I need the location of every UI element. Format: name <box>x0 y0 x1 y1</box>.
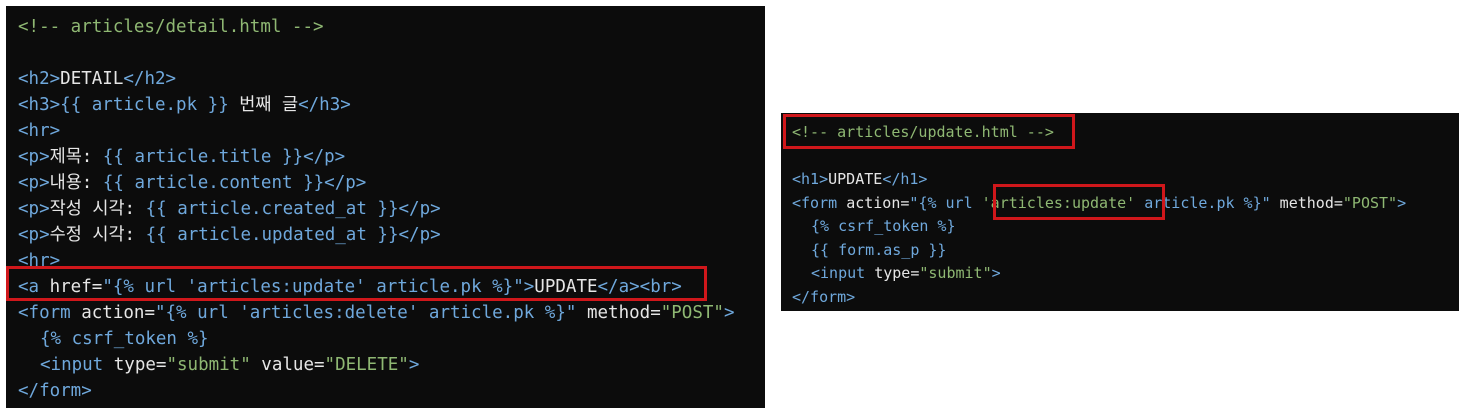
tag-a-open: <a <box>18 277 50 297</box>
code-line-csrf: {% csrf_token %} <box>792 215 1459 239</box>
tag-input-gt: > <box>408 355 420 375</box>
content-template: {{ article.content }} <box>102 173 325 193</box>
tag-form-close: </form> <box>18 381 92 401</box>
attr-href: href <box>49 277 92 297</box>
code-line-h1: <h1>UPDATE</h1> <box>792 168 1459 192</box>
tag-h1-open: <h1> <box>792 170 829 188</box>
code-line-created: <p>작성 시각: {{ article.created_at }}</p> <box>18 196 765 222</box>
code-line-comment: <!-- articles/update.html --> <box>792 121 1459 145</box>
tag-p-close: </p> <box>398 199 441 219</box>
comment-text: <!-- articles/detail.html --> <box>18 17 324 37</box>
attr-method: method <box>576 303 651 323</box>
method-value: "POST" <box>660 303 724 323</box>
code-line-h2: <h2>DETAIL</h2> <box>18 66 765 92</box>
title-label: 제목: <box>49 147 103 167</box>
code-line-form-close: </form> <box>792 286 1459 310</box>
tag-hr: <hr> <box>18 121 61 141</box>
tag-h1-close: </h1> <box>882 170 928 188</box>
tag-h3-open: <h3> <box>18 95 61 115</box>
equals: = <box>155 355 167 375</box>
type-value: "submit" <box>919 264 992 282</box>
tag-input-gt: > <box>991 264 1001 282</box>
action-template-start: {% url <box>918 193 982 212</box>
code-line-content: <p>내용: {{ article.content }}</p> <box>18 170 765 196</box>
attr-action: action <box>81 303 145 323</box>
type-value: "submit" <box>166 355 251 375</box>
code-line-title: <p>제목: {{ article.title }}</p> <box>18 144 765 170</box>
equals: = <box>313 355 325 375</box>
anchor-text: UPDATE <box>534 277 598 297</box>
updated-template: {{ article.updated_at }} <box>145 225 399 245</box>
tag-p-open: <p> <box>18 173 50 193</box>
code-line-updated: <p>수정 시각: {{ article.updated_at }}</p> <box>18 222 765 248</box>
tag-p-open: <p> <box>18 225 50 245</box>
h3-text: 번째 글 <box>228 95 299 115</box>
equals: = <box>650 303 661 323</box>
tag-p-open: <p> <box>18 199 50 219</box>
attr-method: method <box>1270 193 1334 212</box>
code-line-anchor: <a href="{% url 'articles:update' articl… <box>18 274 765 300</box>
tag-p-close: </p> <box>303 147 346 167</box>
tag-hr: <hr> <box>18 251 61 271</box>
h3-template: {{ article.pk }} <box>60 95 229 115</box>
attr-value: value <box>250 355 314 375</box>
value-value: "DELETE" <box>324 355 409 375</box>
tag-p-close: </p> <box>398 225 441 245</box>
content-label: 내용: <box>49 173 103 193</box>
code-line-form-open: <form action="{% url 'articles:delete' a… <box>18 300 765 326</box>
attr-type: type <box>874 264 911 282</box>
attr-type: type <box>113 355 156 375</box>
equals: = <box>91 277 103 297</box>
code-line-csrf: {% csrf_token %} <box>18 326 765 352</box>
equals: = <box>1333 193 1343 212</box>
href-value: "{% url 'articles:update' article.pk %}" <box>102 277 524 297</box>
tag-form-gt: > <box>1397 193 1407 212</box>
code-line-comment: <!-- articles/detail.html --> <box>18 14 765 40</box>
h1-text: UPDATE <box>828 170 883 188</box>
tag-p-open: <p> <box>18 147 50 167</box>
comment-text: <!-- articles/update.html --> <box>792 123 1054 141</box>
tag-input-open: <input <box>40 355 114 375</box>
action-template-end: article.pk %} <box>1135 193 1262 212</box>
action-value: "{% url 'articles:delete' article.pk %}" <box>154 303 577 323</box>
updated-label: 수정 시각: <box>49 225 146 245</box>
equals: = <box>144 303 155 323</box>
created-template: {{ article.created_at }} <box>145 199 399 219</box>
tag-p-close: </p> <box>324 173 367 193</box>
created-label: 작성 시각: <box>49 199 146 219</box>
title-template: {{ article.title }} <box>102 147 304 167</box>
method-value: "POST" <box>1342 193 1398 212</box>
csrf-template: {% csrf_token %} <box>811 217 956 235</box>
code-line-input: <input type="submit" value="DELETE"> <box>18 352 765 378</box>
tag-h3-close: </h3> <box>298 95 351 115</box>
code-line-input: <input type="submit"> <box>792 262 1459 286</box>
code-line-hr: <hr> <box>18 248 765 274</box>
tag-input-open: <input <box>811 264 875 282</box>
code-line-form-close: </form> <box>18 378 765 404</box>
h2-text: DETAIL <box>60 69 124 89</box>
tag-br: <br> <box>639 277 682 297</box>
form-as-p-template: {{ form.as_p }} <box>811 240 947 259</box>
tag-form-gt: > <box>723 303 735 323</box>
action-url-name: 'articles:update' <box>981 193 1136 212</box>
update-code-panel: <!-- articles/update.html --> <h1>UPDATE… <box>781 113 1459 311</box>
tag-form-open: <form <box>792 193 847 212</box>
code-line-form-as-p: {{ form.as_p }} <box>792 239 1459 263</box>
attr-action: action <box>846 193 901 212</box>
tag-h2-open: <h2> <box>18 69 61 89</box>
tag-form-close: </form> <box>792 287 856 306</box>
action-quote: " <box>1261 193 1271 212</box>
tag-form-open: <form <box>18 303 82 323</box>
detail-code-panel: <!-- articles/detail.html --> <h2>DETAIL… <box>6 6 765 408</box>
tag-h2-close: </h2> <box>123 69 177 89</box>
code-line-form-open: <form action = " {% url 'articles:update' a… <box>792 192 1459 216</box>
code-line-hr: <hr> <box>18 118 765 144</box>
tag-a-close: </a> <box>597 277 640 297</box>
csrf-template: {% csrf_token %} <box>40 329 209 349</box>
tag-a-gt: > <box>523 277 535 297</box>
code-line-h3: <h3>{{ article.pk }} 번째 글</h3> <box>18 92 765 118</box>
